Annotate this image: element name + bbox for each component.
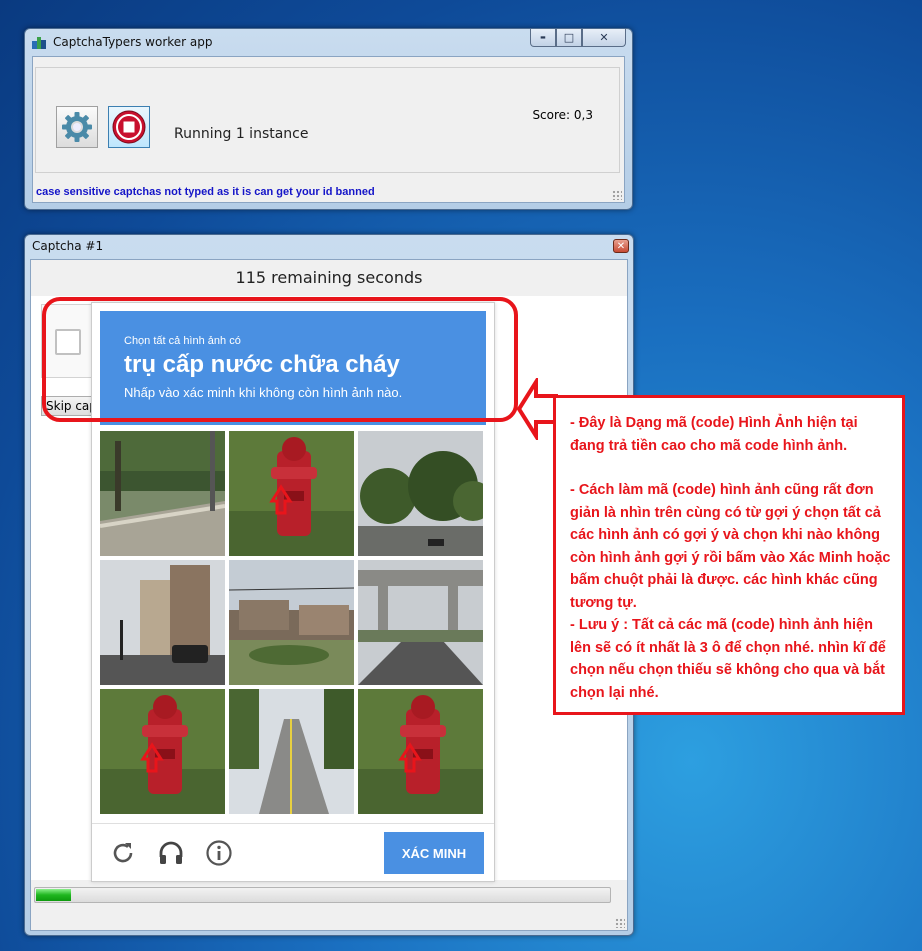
annotation-line-1: - Đây là Dạng mã (code) Hình Ảnh hiện tạ… (570, 415, 858, 454)
image-tile[interactable] (229, 431, 354, 556)
image-tile[interactable] (229, 689, 354, 814)
stop-icon (112, 110, 146, 144)
annotation-highlight-oval (42, 297, 518, 422)
image-tile[interactable] (358, 560, 483, 685)
minimize-button[interactable]: ▬ (530, 29, 556, 47)
countdown-timer: 115 remaining seconds (235, 268, 423, 287)
annotation-note: - Đây là Dạng mã (code) Hình Ảnh hiện tạ… (553, 395, 905, 715)
control-panel: Running 1 instance Score: 0,3 (35, 67, 620, 173)
app-window: CaptchaTypers worker app ▬ □ ✕ Running 1… (24, 28, 633, 210)
image-tile[interactable] (100, 560, 225, 685)
image-tile[interactable] (100, 689, 225, 814)
annotation-line-3: - Lưu ý : Tất cả các mã (code) hình ảnh … (570, 617, 886, 701)
verify-button[interactable]: XÁC MINH (384, 832, 484, 874)
progress-bar (34, 887, 611, 903)
tile-image (358, 431, 483, 556)
caption-buttons: ▬ □ ✕ (530, 29, 626, 48)
status-text: Running 1 instance (174, 126, 309, 142)
tile-image (100, 431, 225, 556)
image-tile[interactable] (358, 689, 483, 814)
tile-image (100, 560, 225, 685)
close-button[interactable]: ✕ (582, 29, 626, 47)
minimize-icon: ▬ (540, 34, 546, 41)
captcha-title-bar[interactable]: Captcha #1 (25, 235, 633, 261)
app-client-area: Running 1 instance Score: 0,3 case sensi… (32, 56, 625, 203)
challenge-footer: XÁC MINH (92, 823, 494, 882)
close-icon: ✕ (599, 31, 609, 44)
progress-fill (36, 889, 71, 901)
audio-button[interactable] (156, 838, 186, 868)
maximize-icon: □ (563, 31, 575, 44)
captcha-window-title: Captcha #1 (32, 239, 104, 253)
score-label: Score: 0,3 (532, 108, 593, 122)
image-grid (100, 431, 486, 817)
info-button[interactable] (204, 838, 234, 868)
maximize-button[interactable]: □ (556, 29, 582, 47)
app-title: CaptchaTypers worker app (53, 35, 213, 49)
stop-button[interactable] (108, 106, 150, 148)
info-icon (206, 840, 232, 866)
tile-image (229, 560, 354, 685)
tile-image (358, 689, 483, 814)
warning-text: case sensitive captchas not typed as it … (36, 186, 375, 198)
tile-image (229, 431, 354, 556)
close-icon: ✕ (616, 240, 626, 252)
tile-image (229, 689, 354, 814)
annotation-line-2: - Cách làm mã (code) hình ảnh cũng rất đ… (570, 482, 891, 611)
gear-icon (62, 112, 92, 142)
image-tile[interactable] (358, 431, 483, 556)
captcha-close-button[interactable]: ✕ (613, 239, 629, 253)
resize-grip[interactable] (615, 918, 625, 928)
settings-button[interactable] (56, 106, 98, 148)
tile-image (358, 560, 483, 685)
app-logo-icon (32, 37, 46, 49)
headphones-icon (159, 841, 183, 864)
reload-icon (113, 843, 133, 863)
resize-grip[interactable] (612, 190, 622, 200)
reload-button[interactable] (108, 838, 138, 868)
tile-image (100, 689, 225, 814)
image-tile[interactable] (100, 431, 225, 556)
image-tile[interactable] (229, 560, 354, 685)
